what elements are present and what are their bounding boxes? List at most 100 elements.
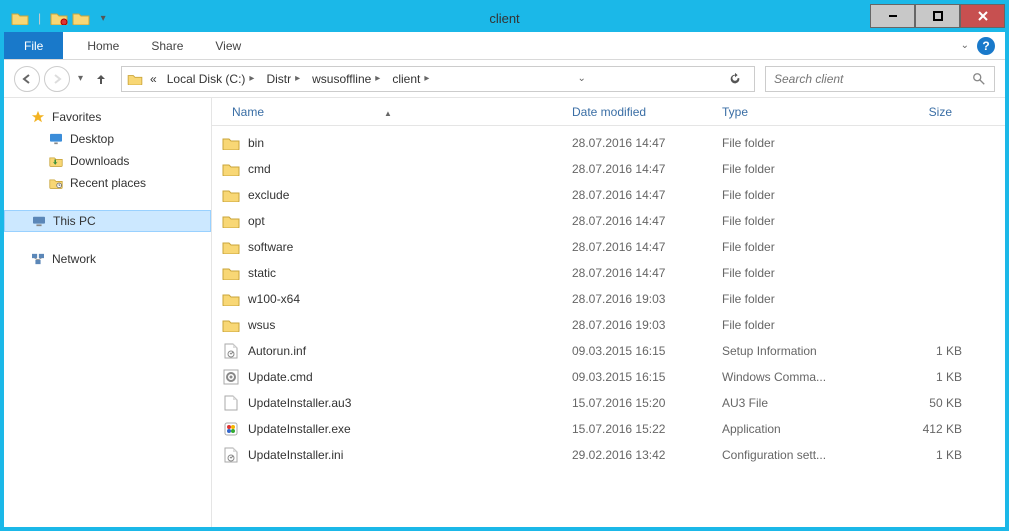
- file-name: cmd: [248, 162, 271, 176]
- file-row[interactable]: opt28.07.2016 14:47File folder: [212, 208, 1005, 234]
- file-type: File folder: [722, 136, 882, 150]
- tab-file[interactable]: File: [4, 32, 63, 59]
- file-size: 1 KB: [882, 344, 982, 358]
- file-type: File folder: [722, 188, 882, 202]
- folder-icon: [222, 316, 240, 334]
- address-dropdown-icon[interactable]: ⌄: [571, 73, 591, 84]
- column-headers: Name▲ Date modified Type Size: [212, 98, 1005, 126]
- file-row[interactable]: Autorun.inf 09.03.2015 16:15Setup Informa…: [212, 338, 1005, 364]
- tab-share[interactable]: Share: [135, 32, 199, 59]
- file-row[interactable]: UpdateInstaller.au315.07.2016 15:20AU3 F…: [212, 390, 1005, 416]
- recent-icon: [48, 175, 64, 191]
- file-row[interactable]: bin28.07.2016 14:47File folder: [212, 130, 1005, 156]
- folder-icon: [222, 134, 240, 152]
- column-size[interactable]: Size: [872, 105, 972, 119]
- file-list[interactable]: bin28.07.2016 14:47File foldercmd28.07.2…: [212, 126, 1005, 527]
- sidebar-thispc[interactable]: This PC: [4, 210, 211, 232]
- file-row[interactable]: cmd28.07.2016 14:47File folder: [212, 156, 1005, 182]
- sidebar-thispc-label: This PC: [53, 214, 96, 228]
- file-name: software: [248, 240, 293, 254]
- file-row[interactable]: UpdateInstaller.ini29.02.2016 13:42Confi…: [212, 442, 1005, 468]
- sidebar-item-label: Downloads: [70, 154, 129, 168]
- file-date: 28.07.2016 19:03: [572, 292, 722, 306]
- search-icon[interactable]: [972, 72, 986, 86]
- tab-view[interactable]: View: [199, 32, 257, 59]
- sidebar-network-label: Network: [52, 252, 96, 266]
- search-box[interactable]: [765, 66, 995, 92]
- file-type: Configuration sett...: [722, 448, 882, 462]
- file-type: AU3 File: [722, 396, 882, 410]
- sidebar-item-label: Desktop: [70, 132, 114, 146]
- chevron-right-icon[interactable]: ▸: [247, 73, 256, 84]
- address-segment-label: client: [392, 72, 420, 86]
- file-date: 28.07.2016 14:47: [572, 214, 722, 228]
- explorer-window: | ▾ client File Home Share View ⌄ ?: [0, 0, 1009, 531]
- downloads-icon: [48, 153, 64, 169]
- au3-icon: [222, 394, 240, 412]
- address-segment[interactable]: wsusoffline▸: [308, 72, 386, 86]
- file-row[interactable]: w100-x6428.07.2016 19:03File folder: [212, 286, 1005, 312]
- folder-icon: [222, 160, 240, 178]
- chevron-right-icon[interactable]: ▸: [422, 73, 431, 84]
- address-segment-label: Local Disk (C:): [167, 72, 246, 86]
- file-date: 09.03.2015 16:15: [572, 370, 722, 384]
- back-button[interactable]: [14, 66, 40, 92]
- file-row[interactable]: Update.cmd09.03.2015 16:15Windows Comma.…: [212, 364, 1005, 390]
- file-size: 1 KB: [882, 370, 982, 384]
- file-name: bin: [248, 136, 264, 150]
- forward-button[interactable]: [44, 66, 70, 92]
- file-name: static: [248, 266, 276, 280]
- sidebar-item-recent[interactable]: Recent places: [4, 172, 211, 194]
- address-segment[interactable]: client▸: [388, 72, 435, 86]
- address-segment[interactable]: Distr▸: [262, 72, 306, 86]
- file-row[interactable]: software28.07.2016 14:47File folder: [212, 234, 1005, 260]
- file-type: Setup Information: [722, 344, 882, 358]
- file-type: File folder: [722, 240, 882, 254]
- chevron-right-icon[interactable]: ▸: [373, 73, 382, 84]
- sidebar-network[interactable]: Network: [4, 248, 211, 270]
- file-size: 50 KB: [882, 396, 982, 410]
- sidebar-favorites[interactable]: Favorites: [4, 106, 211, 128]
- file-date: 29.02.2016 13:42: [572, 448, 722, 462]
- ribbon-tabs: File Home Share View ⌄ ?: [4, 32, 1005, 60]
- folder-icon: [222, 238, 240, 256]
- file-date: 28.07.2016 14:47: [572, 188, 722, 202]
- history-dropdown-icon[interactable]: ▾: [74, 73, 87, 84]
- file-date: 09.03.2015 16:15: [572, 344, 722, 358]
- chevron-right-icon[interactable]: ▸: [293, 73, 302, 84]
- folder-icon: [222, 186, 240, 204]
- file-name: Autorun.inf: [248, 344, 306, 358]
- up-button[interactable]: [91, 69, 111, 89]
- address-segment[interactable]: Local Disk (C:)▸: [163, 72, 261, 86]
- sidebar-item-label: Recent places: [70, 176, 146, 190]
- column-type[interactable]: Type: [712, 105, 872, 119]
- file-date: 28.07.2016 19:03: [572, 318, 722, 332]
- sidebar-item-desktop[interactable]: Desktop: [4, 128, 211, 150]
- file-row[interactable]: exclude28.07.2016 14:47File folder: [212, 182, 1005, 208]
- column-name[interactable]: Name▲: [212, 105, 562, 119]
- file-name: UpdateInstaller.exe: [248, 422, 351, 436]
- column-date[interactable]: Date modified: [562, 105, 712, 119]
- file-row[interactable]: UpdateInstaller.exe15.07.2016 15:22Appli…: [212, 416, 1005, 442]
- titlebar[interactable]: | ▾ client: [4, 4, 1005, 32]
- refresh-button[interactable]: [728, 72, 750, 86]
- tab-home[interactable]: Home: [71, 32, 135, 59]
- file-name: Update.cmd: [248, 370, 313, 384]
- file-row[interactable]: static28.07.2016 14:47File folder: [212, 260, 1005, 286]
- sidebar-item-downloads[interactable]: Downloads: [4, 150, 211, 172]
- computer-icon: [31, 213, 47, 229]
- ini-icon: [222, 446, 240, 464]
- file-size: 412 KB: [882, 422, 982, 436]
- file-type: File folder: [722, 292, 882, 306]
- file-name: UpdateInstaller.au3: [248, 396, 351, 410]
- search-input[interactable]: [774, 72, 972, 86]
- window-title: client: [4, 11, 1005, 26]
- file-size: 1 KB: [882, 448, 982, 462]
- file-type: File folder: [722, 266, 882, 280]
- file-row[interactable]: wsus28.07.2016 19:03File folder: [212, 312, 1005, 338]
- address-prefix: «: [146, 72, 161, 86]
- help-icon[interactable]: ?: [977, 37, 995, 55]
- file-type: File folder: [722, 214, 882, 228]
- expand-ribbon-icon[interactable]: ⌄: [961, 40, 969, 51]
- address-bar[interactable]: « Local Disk (C:)▸ Distr▸ wsusoffline▸ c…: [121, 66, 755, 92]
